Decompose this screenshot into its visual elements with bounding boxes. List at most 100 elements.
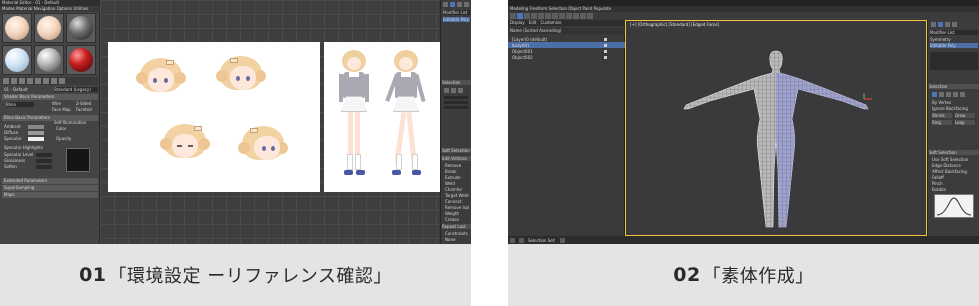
- modifier-list[interactable]: Modifier List: [443, 10, 470, 15]
- chamfer-button[interactable]: Chamfer: [445, 187, 469, 192]
- vertex-mode-icon[interactable]: [444, 88, 449, 93]
- material-editor-menu[interactable]: Modes Material Navigation Options Utilit…: [0, 6, 100, 12]
- visibility-icon[interactable]: [604, 37, 607, 41]
- modifier-list[interactable]: Modifier List: [930, 30, 978, 35]
- filter-icon[interactable]: [559, 237, 565, 243]
- scene-explorer-column-header[interactable]: Name (Sorted Ascending): [508, 28, 625, 34]
- tool-icon[interactable]: [587, 13, 593, 19]
- vertex-mode-icon[interactable]: [932, 92, 937, 97]
- use-soft-selection-checkbox[interactable]: Use Soft Selection: [932, 157, 978, 162]
- weld-button[interactable]: Weld: [445, 181, 469, 186]
- rollout-selection[interactable]: Selection: [929, 84, 979, 89]
- hierarchy-tab-icon[interactable]: [457, 2, 462, 7]
- tool-icon[interactable]: [510, 13, 516, 19]
- rollout-soft-selection[interactable]: Soft Selection: [442, 148, 471, 153]
- rollout-edit-geometry[interactable]: Repeat Last: [442, 224, 471, 229]
- tab-edit[interactable]: Edit: [529, 20, 537, 26]
- target-weld-button[interactable]: Target Weld: [445, 193, 469, 198]
- sample-slot[interactable]: [66, 45, 96, 75]
- ambient-swatch[interactable]: [28, 124, 44, 129]
- rollout-maps[interactable]: Maps: [2, 192, 98, 198]
- sample-slot[interactable]: [34, 13, 64, 43]
- border-mode-icon[interactable]: [946, 92, 951, 97]
- sample-slot[interactable]: [2, 45, 32, 75]
- grow-button[interactable]: Grow: [955, 113, 975, 118]
- rollout-supersampling[interactable]: SuperSampling: [2, 185, 98, 191]
- viewport-body-wireframe[interactable]: [+] [Orthographic] [Standard] [Edged Fac…: [625, 20, 927, 236]
- connect-button[interactable]: Connect: [445, 199, 469, 204]
- break-button[interactable]: Break: [445, 169, 469, 174]
- tool-icon[interactable]: [552, 13, 558, 19]
- material-name-field[interactable]: 01 - Default: [4, 87, 44, 92]
- tool-icon[interactable]: [566, 13, 572, 19]
- constraint-none-radio[interactable]: None: [445, 237, 469, 242]
- key-icon[interactable]: [519, 237, 524, 243]
- tool-icon[interactable]: [43, 78, 49, 84]
- motion-tab-icon[interactable]: [952, 22, 957, 27]
- tool-icon[interactable]: [3, 78, 9, 84]
- edge-mode-icon[interactable]: [451, 88, 456, 93]
- tool-icon[interactable]: [35, 78, 41, 84]
- tool-icon[interactable]: [524, 13, 530, 19]
- sample-slot[interactable]: [34, 45, 64, 75]
- edge-mode-icon[interactable]: [939, 92, 944, 97]
- shader-dropdown[interactable]: Blinn: [6, 102, 34, 107]
- stack-editable-poly[interactable]: Editable Poly: [930, 43, 978, 48]
- stack-symmetry[interactable]: Symmetry: [930, 37, 978, 42]
- rollout-extended[interactable]: Extended Parameters: [2, 178, 98, 184]
- select-tool-icon[interactable]: [517, 13, 523, 19]
- lock-icon[interactable]: [510, 237, 515, 243]
- specular-swatch[interactable]: [28, 136, 44, 141]
- tool-icon[interactable]: [545, 13, 551, 19]
- remove-button[interactable]: Remove: [445, 163, 469, 168]
- tool-icon[interactable]: [59, 78, 65, 84]
- visibility-icon[interactable]: [604, 55, 607, 59]
- tool-icon[interactable]: [19, 78, 25, 84]
- stack-editable-poly[interactable]: Editable Poly: [443, 17, 470, 22]
- tool-icon[interactable]: [538, 13, 544, 19]
- tool-icon[interactable]: [51, 78, 57, 84]
- tool-icon[interactable]: [531, 13, 537, 19]
- option-wire[interactable]: Wire: [52, 101, 61, 106]
- create-tab-icon[interactable]: [443, 2, 448, 7]
- motion-tab-icon[interactable]: [464, 2, 469, 7]
- by-vertex-checkbox[interactable]: By Vertex: [932, 100, 978, 105]
- sample-slot[interactable]: [66, 13, 96, 43]
- hierarchy-tab-icon[interactable]: [945, 22, 950, 27]
- border-mode-icon[interactable]: [458, 88, 463, 93]
- rollout-edit-vertices[interactable]: Edit Vertices: [442, 156, 471, 161]
- extrude-button[interactable]: Extrude: [445, 175, 469, 180]
- rollout-soft-selection[interactable]: Soft Selection: [929, 150, 979, 155]
- glossiness-spinner[interactable]: [36, 158, 52, 163]
- option-face-map[interactable]: Face Map: [52, 107, 71, 112]
- viewport-reference[interactable]: [100, 0, 440, 244]
- material-type-button[interactable]: Standard (Legacy): [54, 87, 98, 92]
- pinch-spinner[interactable]: Pinch: [932, 181, 978, 186]
- affect-backfacing-checkbox[interactable]: Affect Backfacing: [932, 169, 978, 174]
- option-2-sided[interactable]: 2-Sided: [76, 101, 91, 106]
- shrink-button[interactable]: Shrink: [932, 113, 952, 118]
- crease-field[interactable]: Crease: [445, 217, 469, 222]
- polygon-mode-icon[interactable]: [953, 92, 958, 97]
- weight-field[interactable]: Weight: [445, 211, 469, 216]
- rollout-shader-basic[interactable]: Shader Basic Parameters: [2, 94, 98, 100]
- tool-icon[interactable]: [559, 13, 565, 19]
- tool-icon[interactable]: [27, 78, 33, 84]
- diffuse-swatch[interactable]: [28, 130, 44, 135]
- soften-spinner[interactable]: [36, 164, 52, 169]
- rollout-selection[interactable]: Selection: [442, 80, 471, 85]
- bubble-spinner[interactable]: Bubble: [932, 187, 978, 192]
- remove-isolated-button[interactable]: Remove Isolated Vertices: [445, 205, 469, 210]
- tab-display[interactable]: Display: [510, 20, 525, 26]
- spec-level-spinner[interactable]: [36, 152, 52, 157]
- create-tab-icon[interactable]: [931, 22, 936, 27]
- option-faceted[interactable]: Faceted: [76, 107, 92, 112]
- falloff-spinner[interactable]: Falloff: [932, 175, 978, 180]
- tool-icon[interactable]: [573, 13, 579, 19]
- tool-icon[interactable]: [580, 13, 586, 19]
- element-mode-icon[interactable]: [960, 92, 965, 97]
- modify-tab-icon[interactable]: [450, 2, 455, 7]
- edge-distance-checkbox[interactable]: Edge Distance: [932, 163, 978, 168]
- visibility-icon[interactable]: [604, 43, 607, 47]
- modify-tab-icon[interactable]: [938, 22, 943, 27]
